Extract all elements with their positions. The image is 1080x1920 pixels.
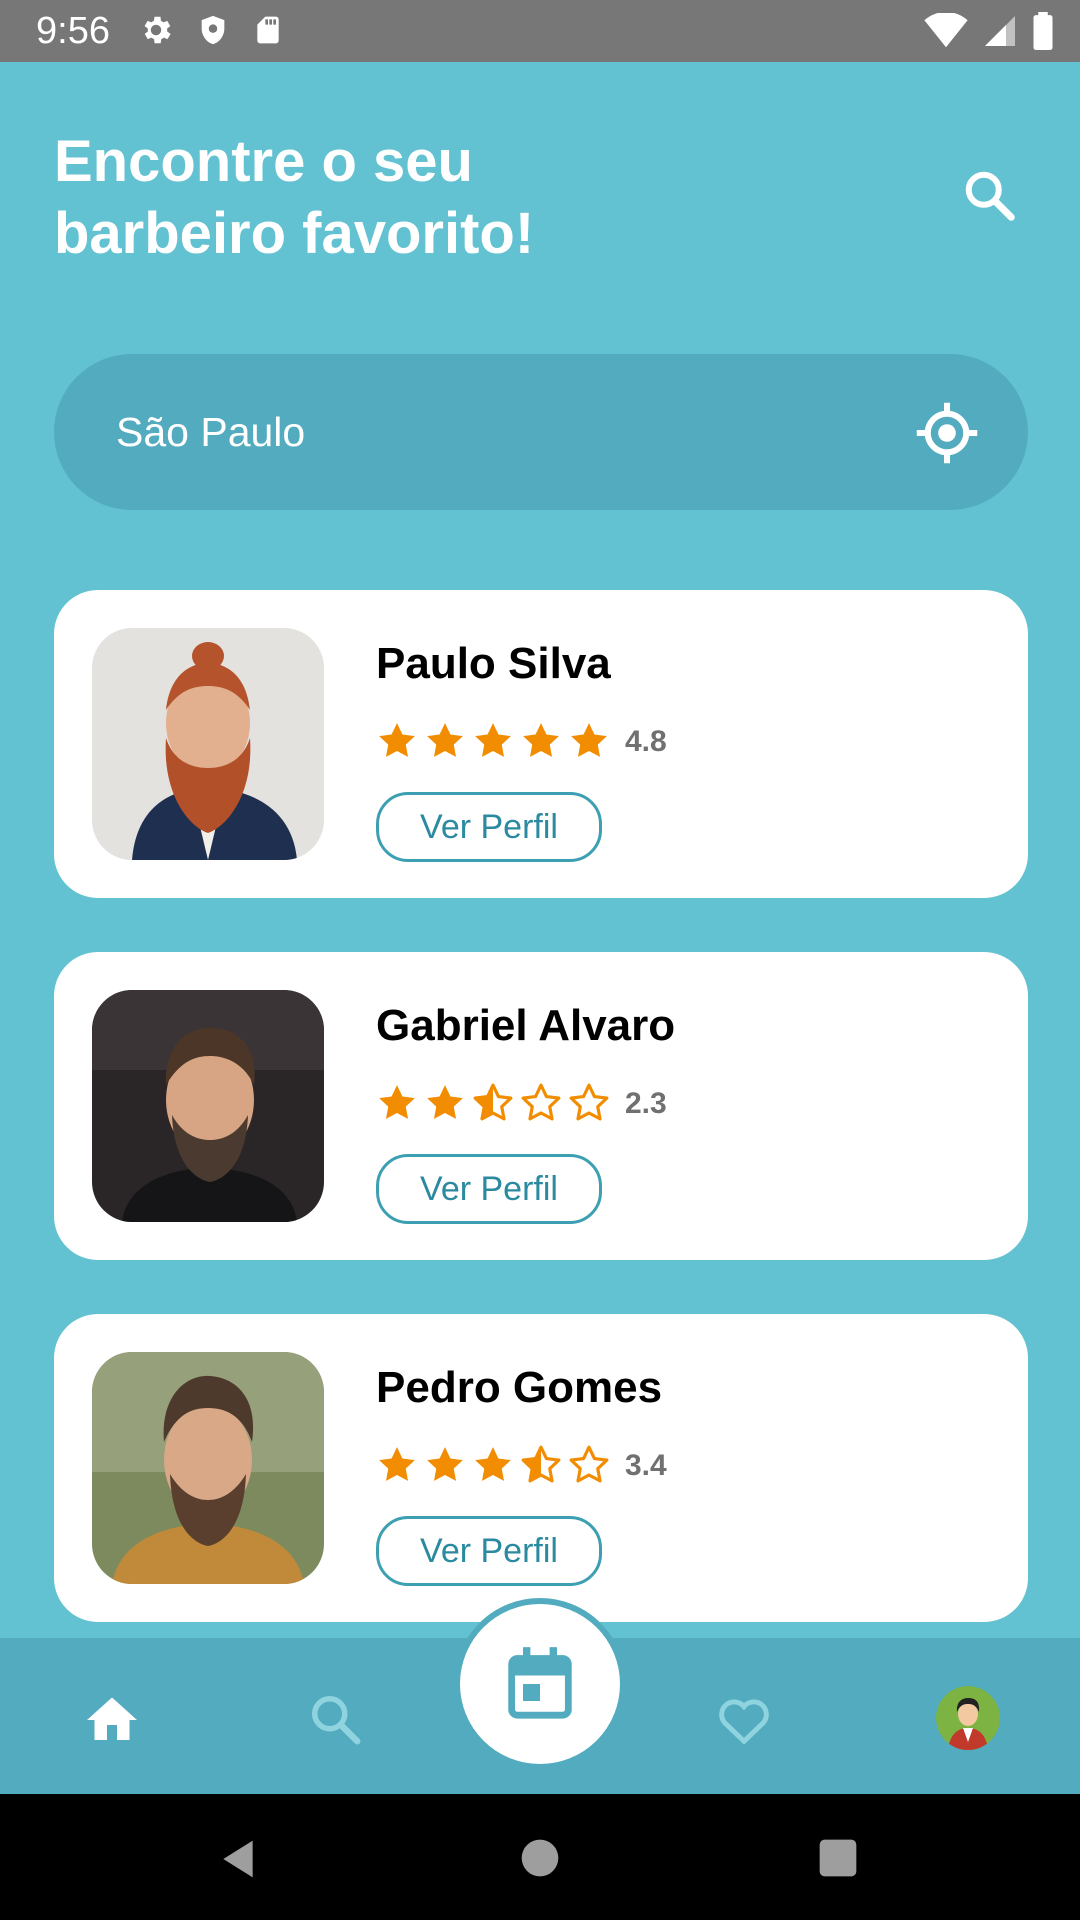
star-full-icon xyxy=(475,1447,511,1481)
star-empty-icon xyxy=(569,1445,609,1483)
recents-icon[interactable] xyxy=(818,1838,858,1878)
barber-name: Pedro Gomes xyxy=(376,1363,663,1412)
page-title: Encontre o seu barbeiro favorito! xyxy=(54,126,674,270)
rating-value: 2.3 xyxy=(625,1087,667,1120)
star-full-icon xyxy=(379,1447,415,1481)
rating-value: 4.8 xyxy=(625,725,667,758)
view-profile-button[interactable]: Ver Perfil xyxy=(376,1516,602,1586)
wifi-icon xyxy=(924,13,968,48)
title-line-2: barbeiro favorito! xyxy=(54,201,535,266)
star-full-icon xyxy=(523,723,559,757)
heart-icon[interactable] xyxy=(714,1690,774,1750)
status-icons-right xyxy=(924,12,1054,50)
barber-card: Gabriel Alvaro 2.3 Ver Perfil xyxy=(54,952,1028,1260)
barber-card: Pedro Gomes 3.4 Ver Perfil xyxy=(54,1314,1028,1622)
star-full-icon xyxy=(571,723,607,757)
search-icon[interactable] xyxy=(306,1690,366,1750)
view-profile-button[interactable]: Ver Perfil xyxy=(376,792,602,862)
star-rating xyxy=(376,1444,610,1486)
star-rating xyxy=(376,720,610,762)
settings-icon xyxy=(144,16,171,44)
home-circle-icon[interactable] xyxy=(520,1838,560,1878)
gps-locate-icon[interactable] xyxy=(914,400,980,466)
battery-icon xyxy=(1033,12,1053,50)
star-empty-icon xyxy=(569,1083,609,1121)
location-field[interactable]: São Paulo xyxy=(54,354,1028,510)
star-half-icon xyxy=(521,1445,561,1483)
star-full-icon xyxy=(475,723,511,757)
sd-card-icon xyxy=(257,16,279,44)
barber-photo xyxy=(92,990,324,1222)
home-icon[interactable] xyxy=(82,1690,142,1750)
status-icons-left xyxy=(138,12,284,48)
star-full-icon xyxy=(379,1085,415,1119)
barber-photo xyxy=(92,628,324,860)
profile-avatar[interactable] xyxy=(936,1686,1000,1750)
search-icon[interactable] xyxy=(960,166,1020,226)
star-full-icon xyxy=(427,1085,463,1119)
shield-icon xyxy=(201,15,225,45)
star-full-icon xyxy=(379,723,415,757)
status-time: 9:56 xyxy=(36,10,110,52)
barber-photo xyxy=(92,1352,324,1584)
calendar-button[interactable] xyxy=(454,1598,626,1770)
rating-value: 3.4 xyxy=(625,1449,667,1482)
star-half-icon xyxy=(473,1083,513,1121)
star-rating xyxy=(376,1082,610,1124)
system-navigation-bar xyxy=(0,1794,1080,1920)
star-full-icon xyxy=(427,1447,463,1481)
barber-name: Gabriel Alvaro xyxy=(376,1001,676,1050)
title-line-1: Encontre o seu xyxy=(54,129,473,194)
status-bar: 9:56 xyxy=(0,0,1080,62)
signal-icon xyxy=(985,16,1015,46)
back-icon[interactable] xyxy=(216,1836,260,1882)
barber-name: Paulo Silva xyxy=(376,639,611,688)
location-text: São Paulo xyxy=(116,409,306,455)
view-profile-button[interactable]: Ver Perfil xyxy=(376,1154,602,1224)
star-full-icon xyxy=(427,723,463,757)
calendar-icon xyxy=(508,1647,572,1719)
star-empty-icon xyxy=(521,1083,561,1121)
barber-card: Paulo Silva 4.8 Ver Perfil xyxy=(54,590,1028,898)
